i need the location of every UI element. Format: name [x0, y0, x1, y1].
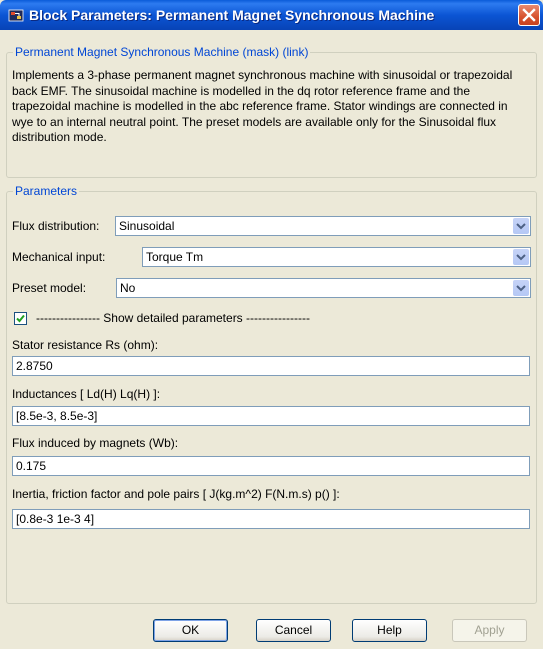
flux-magnets-field[interactable] [12, 456, 530, 476]
preset-model-value: No [120, 281, 136, 295]
mechanical-input-label: Mechanical input: [12, 250, 106, 264]
flux-magnets-label: Flux induced by magnets (Wb): [12, 436, 179, 450]
checkmark-icon [16, 314, 25, 323]
cancel-button[interactable]: Cancel [256, 619, 331, 642]
flux-distribution-select[interactable]: Sinusoidal [115, 216, 531, 236]
inertia-label: Inertia, friction factor and pole pairs … [12, 487, 340, 501]
help-button[interactable]: Help [352, 619, 427, 642]
flux-distribution-label: Flux distribution: [12, 219, 100, 233]
window-title: Block Parameters: Permanent Magnet Synch… [29, 7, 435, 23]
mechanical-input-value: Torque Tm [146, 250, 204, 264]
flux-distribution-value: Sinusoidal [119, 219, 175, 233]
inductances-label: Inductances [ Ld(H) Lq(H) ]: [12, 387, 161, 401]
close-icon [522, 8, 536, 22]
mechanical-input-select[interactable]: Torque Tm [142, 247, 531, 267]
inductances-input[interactable] [13, 407, 529, 425]
mask-description: Implements a 3-phase permanent magnet sy… [12, 68, 513, 145]
flux-magnets-input[interactable] [13, 457, 529, 475]
inertia-input[interactable] [13, 510, 529, 528]
simulink-block-icon [8, 9, 24, 22]
preset-model-select[interactable]: No [116, 278, 531, 298]
chevron-down-icon[interactable] [513, 280, 529, 296]
preset-model-label: Preset model: [12, 281, 87, 295]
mask-group-legend: Permanent Magnet Synchronous Machine (ma… [13, 45, 311, 59]
inductances-field[interactable] [12, 406, 530, 426]
close-button[interactable] [518, 4, 540, 26]
ok-button[interactable]: OK [153, 619, 228, 642]
parameters-group-legend: Parameters [13, 184, 80, 198]
chevron-down-icon[interactable] [513, 249, 529, 265]
block-parameters-dialog: Block Parameters: Permanent Magnet Synch… [0, 0, 543, 649]
stator-resistance-label: Stator resistance Rs (ohm): [12, 338, 159, 352]
show-detailed-label[interactable]: ---------------- Show detailed parameter… [36, 311, 310, 325]
chevron-down-icon[interactable] [513, 218, 529, 234]
apply-button[interactable]: Apply [452, 619, 527, 642]
inertia-field[interactable] [12, 509, 530, 529]
show-detailed-checkbox[interactable] [14, 312, 27, 325]
stator-resistance-field[interactable] [12, 356, 530, 376]
title-bar[interactable]: Block Parameters: Permanent Magnet Synch… [0, 0, 543, 30]
stator-resistance-input[interactable] [13, 357, 529, 375]
